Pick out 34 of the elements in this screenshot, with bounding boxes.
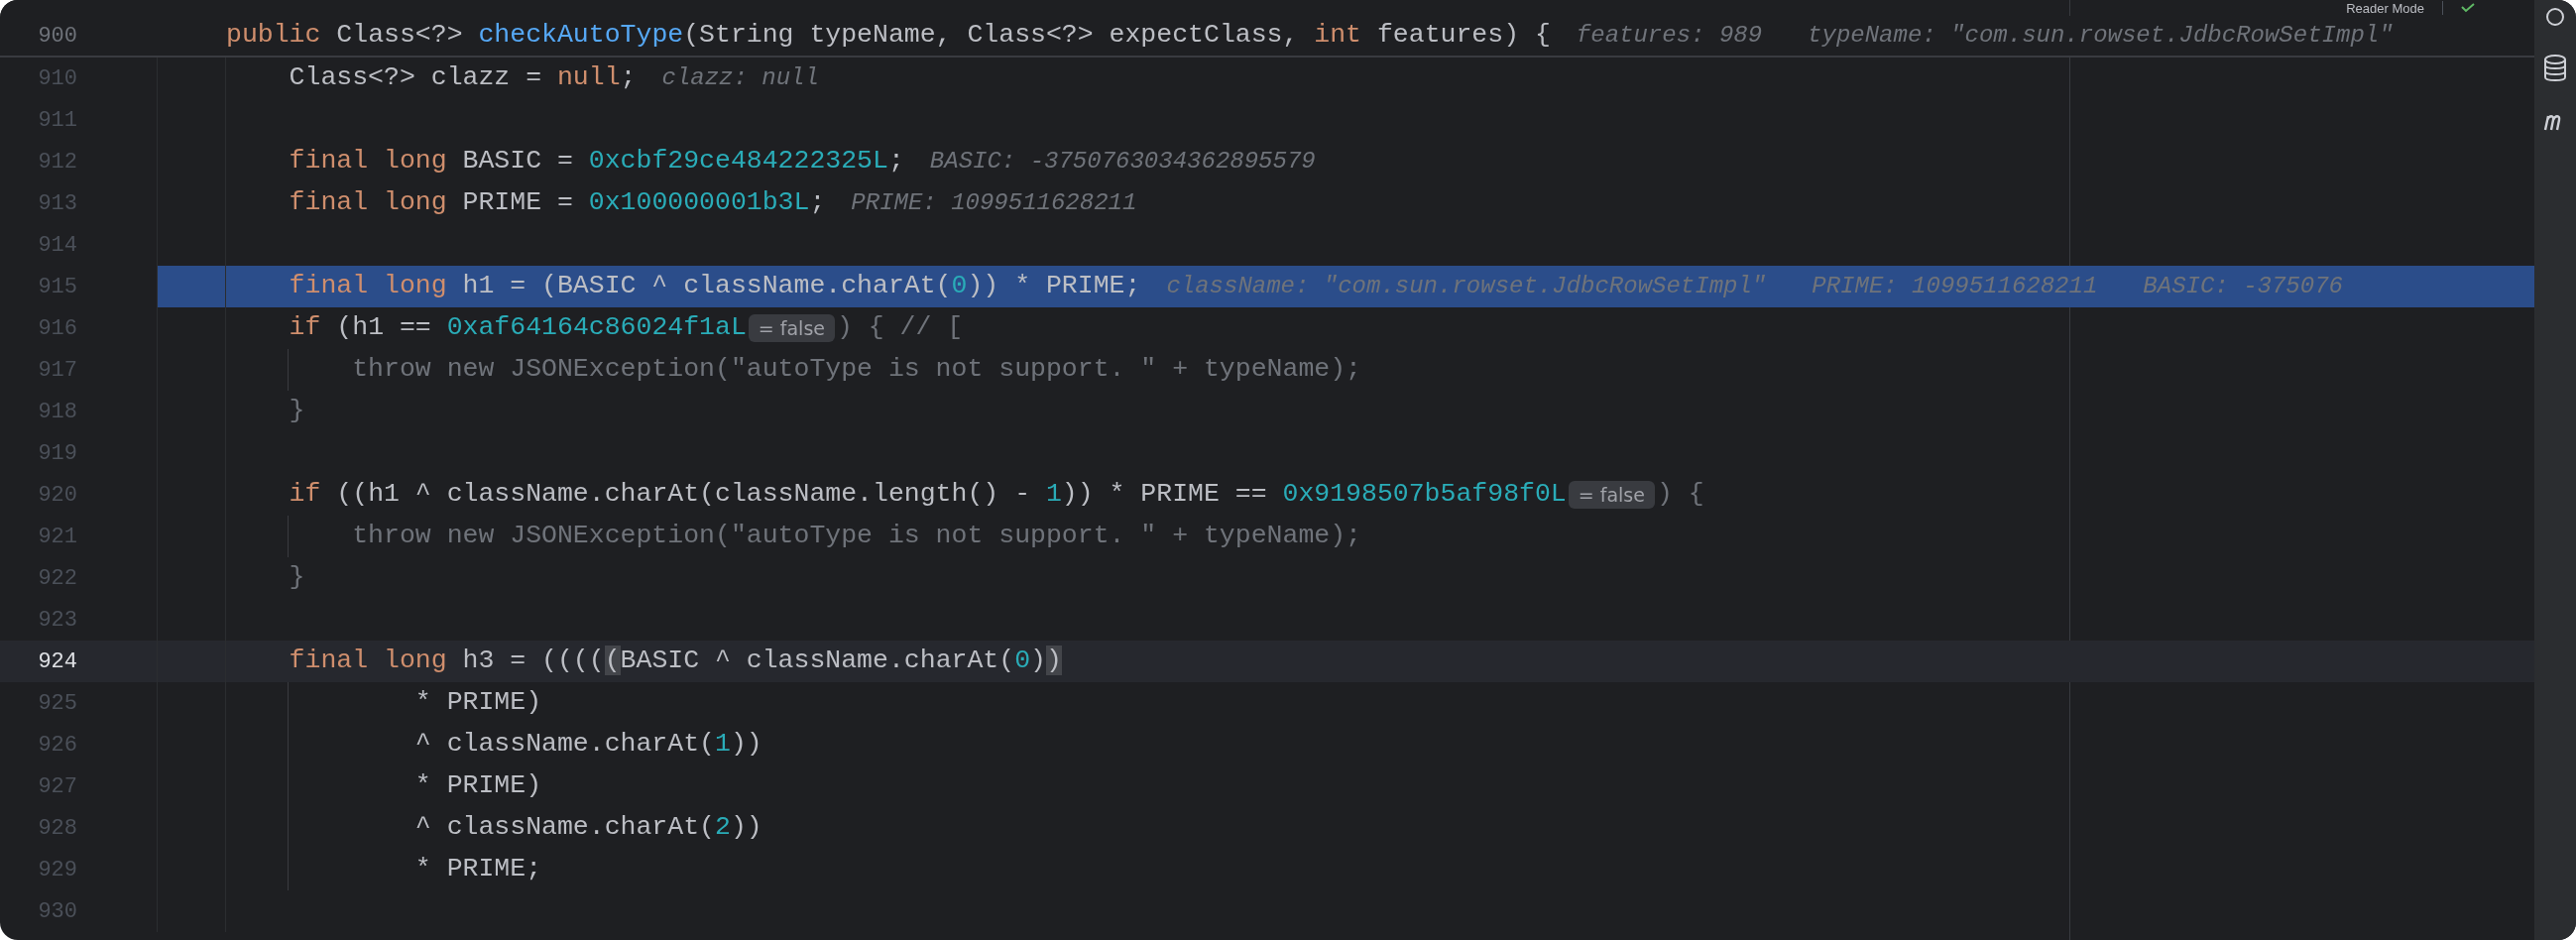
code-text: Class<?> clazz = null; — [288, 61, 637, 95]
code-text: } — [288, 395, 305, 428]
code-text: if (h1 == 0xaf64164c86024f1aL — [288, 311, 747, 345]
code-text: * PRIME) — [413, 686, 542, 720]
code-text: ) { // [ — [837, 311, 964, 345]
code-text: final long h3 = (((((BASIC ^ className.charAt(0)) — [288, 645, 1062, 678]
reader-mode-label[interactable]: Reader Mode — [2346, 1, 2424, 15]
database-icon[interactable] — [2543, 54, 2567, 83]
check-icon — [2461, 3, 2475, 13]
code-text: } — [288, 561, 305, 595]
inlay-hint: PRIME: 1099511628211 — [851, 188, 1137, 218]
code-text: * PRIME) — [413, 769, 542, 803]
value-hint: = false — [1568, 481, 1655, 509]
code-text: * PRIME; — [413, 853, 542, 886]
code-text: ^ className.charAt(2)) — [413, 811, 762, 845]
code-text: final long h1 = (BASIC ^ className.charAt(0)) * PRIME; — [288, 270, 1141, 303]
inlay-hint: PRIME: 1099511628211 — [1812, 272, 2098, 301]
code-text: final long BASIC = 0xcbf29ce484222325L; — [288, 145, 904, 178]
inlay-hint: features: 989 — [1576, 21, 1763, 51]
value-hint: = false — [748, 314, 835, 342]
code-text: public Class<?> checkAutoType(String typeName, Class<?> expectClass, int features) { — [226, 19, 1551, 53]
inlay-hint: BASIC: -375076 — [2143, 272, 2343, 301]
line-number: 900 — [37, 22, 77, 51]
inlay-hint: BASIC: -3750763034362895579 — [929, 147, 1316, 176]
code-text: if ((h1 ^ className.charAt(className.length() - 1)) * PRIME == 0x9198507b5af98f0L — [288, 478, 1567, 512]
code-text: ^ className.charAt(1)) — [413, 728, 762, 762]
inlay-hint: typeName: "com.sun.rowset.JdbcRowSetImpl" — [1808, 21, 2394, 51]
code-text: final long PRIME = 0x100000001b3L; — [288, 186, 826, 220]
inlay-hint: clazz: null — [661, 63, 819, 93]
code-text: throw new JSONException("autoType is not support. " + typeName); — [351, 520, 1361, 553]
code-text: ) { — [1656, 478, 1704, 512]
line-number: 924 — [37, 647, 77, 676]
inlay-hint: className: "com.sun.rowset.JdbcRowSetImpl" — [1166, 272, 1767, 301]
code-text: throw new JSONException("autoType is not support. " + typeName); — [351, 353, 1361, 387]
